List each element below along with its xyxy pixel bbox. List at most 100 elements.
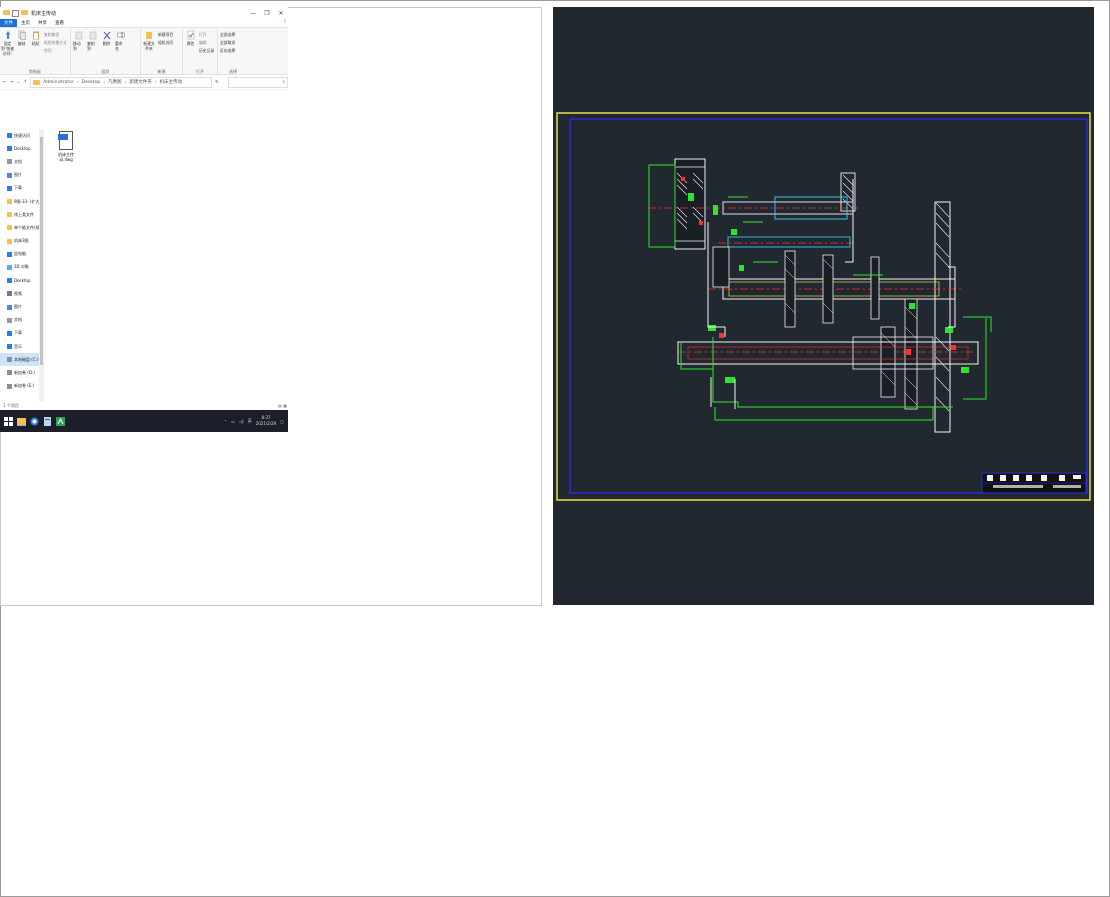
computer-icon: [7, 251, 12, 257]
nav-item[interactable]: 线上类文件: [0, 208, 44, 221]
nav-item-label: 音乐: [14, 343, 22, 349]
edit-button[interactable]: 编辑: [199, 40, 214, 46]
ime-indicator[interactable]: 英: [248, 418, 252, 424]
file-explorer-taskbar-icon[interactable]: [17, 417, 26, 426]
breadcrumb-desktop[interactable]: Desktop: [82, 80, 101, 85]
star-icon: [7, 133, 12, 139]
properties-icon: [187, 30, 194, 40]
document-icon: [7, 317, 12, 323]
tab-file[interactable]: 文件: [0, 19, 17, 27]
desktop-icon: [7, 278, 12, 284]
refresh-icon[interactable]: ↻: [215, 80, 219, 85]
view-toggle-icons[interactable]: ▤ ▦: [278, 403, 288, 408]
breadcrumb-current[interactable]: 机床主传动: [160, 79, 183, 85]
nav-item[interactable]: Desktop: [0, 142, 44, 155]
new-folder-icon[interactable]: [21, 9, 28, 15]
nav-item[interactable]: 图片: [0, 300, 44, 313]
paste-icon: [32, 31, 39, 40]
nav-item[interactable]: 9图-33- (扩大): [0, 195, 44, 208]
network-icon[interactable]: ▭: [231, 419, 235, 424]
nav-item[interactable]: 单个能文件(规划): [0, 221, 44, 234]
notification-icon[interactable]: ▢: [280, 419, 284, 424]
document-icon: [7, 159, 12, 165]
nav-item[interactable]: 快速访问: [0, 129, 44, 142]
properties-icon[interactable]: [12, 9, 19, 17]
breadcrumb-folder-1[interactable]: 凡惠图: [108, 79, 122, 85]
nav-item-label: 下载: [14, 330, 22, 336]
easy-access-button[interactable]: 轻松访问: [158, 40, 173, 46]
tab-share[interactable]: 共享: [34, 19, 51, 27]
chevron-up-icon[interactable]: ⌃: [224, 419, 227, 424]
nav-item[interactable]: 下载: [0, 182, 44, 195]
dwg-file-icon: [58, 131, 73, 150]
maximize-button[interactable]: ❐: [260, 10, 274, 17]
nav-item[interactable]: 图片: [0, 169, 44, 182]
nav-item-label: 此电脑: [14, 251, 26, 257]
document-taskbar-icon[interactable]: [43, 416, 52, 426]
music-icon: [7, 344, 12, 350]
folder-icon: [7, 238, 12, 244]
select-all-button[interactable]: 全部选择: [220, 32, 235, 38]
copy-path-button[interactable]: 复制路径: [44, 32, 67, 38]
back-icon[interactable]: ←: [3, 80, 7, 85]
cut-button[interactable]: 剪切: [44, 48, 67, 54]
nav-item-label: 本地磁盘 (C:): [14, 356, 39, 362]
select-none-button[interactable]: 全部取消: [220, 40, 235, 46]
nav-item[interactable]: 视频: [0, 287, 44, 300]
new-item-button[interactable]: 新建项目: [158, 32, 173, 38]
nav-item[interactable]: 3D 对象: [0, 261, 44, 274]
group-label-organize: 组织: [101, 69, 110, 74]
nav-item[interactable]: 新加卷 (E:): [0, 380, 44, 393]
status-bar: 1 个项目 ▤ ▦: [0, 401, 288, 410]
forward-icon[interactable]: →: [10, 80, 14, 85]
file-item-dwg[interactable]: 机床主传 动.dwg: [52, 131, 80, 162]
drive-icon: [7, 370, 12, 376]
up-icon[interactable]: ↑: [23, 80, 27, 85]
rename-icon: [116, 32, 125, 38]
search-input[interactable]: ⌕: [227, 76, 288, 88]
tab-view[interactable]: 查看: [51, 19, 68, 27]
chevron-down-icon[interactable]: ⌄: [17, 80, 21, 85]
nav-item[interactable]: 下载: [0, 327, 44, 340]
nav-scrollbar[interactable]: [39, 129, 44, 401]
paste-shortcut-button[interactable]: 粘贴快捷方式: [44, 40, 67, 46]
folder-icon: [7, 225, 12, 231]
nav-item[interactable]: Desktop: [0, 274, 44, 287]
history-button[interactable]: 历史记录: [199, 48, 214, 54]
nav-item[interactable]: 本地磁盘 (C:): [0, 353, 44, 367]
nav-scrollbar-thumb[interactable]: [40, 137, 43, 365]
ribbon-group-new: 新建文件夹 新建项目 轻松访问 新建: [141, 28, 183, 76]
volume-icon[interactable]: ◁): [239, 419, 244, 424]
help-icon[interactable]: ?: [280, 19, 288, 27]
ribbon-group-open: 属性 打开 编辑 历史记录 打开: [183, 28, 218, 76]
ribbon: 固定到"快速访问" 复制 粘贴 复制路径 粘贴快捷方式 剪切 剪贴板 移动到 复…: [0, 27, 288, 76]
nav-item[interactable]: 新加卷 (D:): [0, 366, 44, 379]
nav-item[interactable]: 机床3图: [0, 235, 44, 248]
folder-icon: [3, 9, 10, 15]
cad-app-taskbar-icon[interactable]: [56, 416, 65, 426]
nav-item[interactable]: 此电脑: [0, 248, 44, 261]
windows-start-icon[interactable]: [4, 416, 13, 426]
nav-item-label: 新加卷 (E:): [14, 383, 35, 389]
browser-taskbar-icon[interactable]: [30, 417, 39, 426]
nav-item[interactable]: 音乐: [0, 340, 44, 353]
tab-home[interactable]: 主页: [17, 19, 34, 27]
nav-item-label: 新加卷 (D:): [14, 369, 35, 375]
breadcrumb-administrator[interactable]: Administrator: [43, 80, 74, 85]
cad-drawing-view[interactable]: [553, 7, 1094, 605]
nav-item[interactable]: 文档: [0, 314, 44, 327]
taskbar: ⌃ ▭ ◁) 英 8:37 2021/2/29 ▢: [0, 410, 288, 432]
close-button[interactable]: ✕: [274, 10, 288, 17]
breadcrumb-new-folder[interactable]: 新建文件夹: [129, 79, 152, 85]
open-button[interactable]: 打开: [199, 32, 214, 38]
folder-icon: [7, 212, 12, 218]
nav-item-label: 下载: [14, 185, 22, 191]
drive-icon: [7, 357, 12, 363]
minimize-button[interactable]: —: [246, 10, 260, 17]
nav-item[interactable]: 文档: [0, 155, 44, 168]
clock[interactable]: 8:37 2021/2/29: [256, 415, 277, 427]
address-bar[interactable]: Administrator › Desktop › 凡惠图 › 新建文件夹 › 机床主传…: [30, 76, 213, 88]
invert-selection-button[interactable]: 反向选择: [220, 48, 235, 54]
group-label-new: 新建: [157, 69, 166, 74]
folder-icon: [33, 79, 41, 85]
